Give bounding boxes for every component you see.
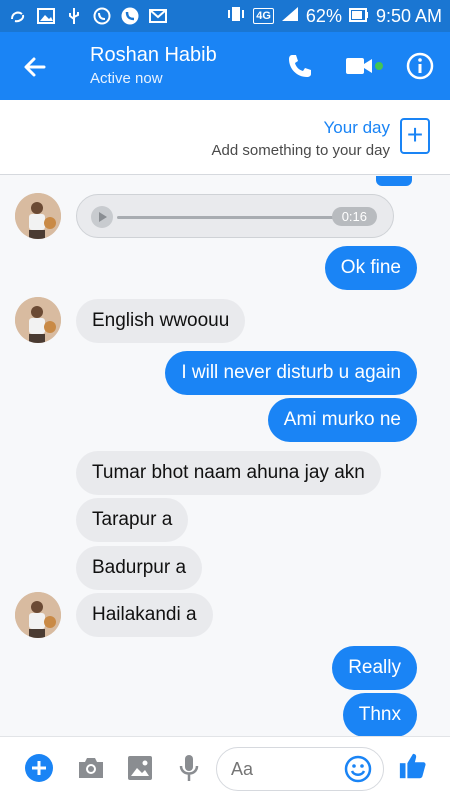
- audio-duration: 0:16: [331, 207, 377, 226]
- add-story-icon[interactable]: +: [400, 118, 430, 154]
- avatar[interactable]: [15, 193, 61, 239]
- contact-name[interactable]: Roshan Habib: [90, 44, 217, 67]
- your-day-banner[interactable]: Your day Add something to your day +: [0, 100, 450, 175]
- message-bubble-outgoing[interactable]: Really: [332, 646, 417, 690]
- contact-status: Active now: [90, 70, 163, 87]
- message-bubble-incoming[interactable]: English wwoouu: [76, 299, 246, 343]
- message-bubble-outgoing[interactable]: I will never disturb u again: [165, 351, 417, 395]
- play-icon[interactable]: [91, 206, 113, 228]
- vibrate-icon: [226, 6, 246, 27]
- uc-browser-icon: [8, 6, 28, 26]
- message-composer: [0, 736, 450, 800]
- message-bubble-incoming[interactable]: Tumar bhot naam ahuna jay akn: [76, 451, 381, 495]
- usb-icon: [64, 6, 84, 26]
- phone-call-icon: [120, 6, 140, 26]
- previous-message-edge: [376, 176, 412, 186]
- message-bubble-incoming[interactable]: Tarapur a: [76, 498, 189, 542]
- audio-progress-track[interactable]: [117, 216, 365, 219]
- image-icon[interactable]: [125, 753, 155, 783]
- emoji-icon[interactable]: [344, 755, 372, 783]
- thumbs-up-icon[interactable]: [398, 751, 428, 781]
- avatar[interactable]: [15, 592, 61, 638]
- gallery-icon: [36, 6, 56, 26]
- gmail-icon: [148, 6, 168, 26]
- battery-percent: 62%: [305, 5, 342, 26]
- back-arrow-icon[interactable]: [20, 52, 50, 82]
- message-bubble-outgoing[interactable]: Ok fine: [324, 246, 417, 290]
- signal-icon: [281, 6, 299, 27]
- camera-icon[interactable]: [76, 753, 106, 783]
- your-day-subtitle: Add something to your day: [211, 142, 390, 159]
- message-bubble-outgoing[interactable]: Thnx: [342, 693, 417, 737]
- info-icon[interactable]: [404, 50, 436, 82]
- microphone-icon[interactable]: [174, 753, 204, 783]
- phone-icon[interactable]: [284, 50, 316, 82]
- message-bubble-incoming[interactable]: Badurpur a: [76, 546, 203, 590]
- message-bubble-outgoing[interactable]: Ami murko ne: [267, 398, 417, 442]
- message-bubble-incoming[interactable]: Hailakandi a: [76, 593, 213, 637]
- your-day-title: Your day: [323, 118, 390, 137]
- whatsapp-icon: [92, 6, 112, 26]
- avatar[interactable]: [15, 297, 61, 343]
- clock: 9:50 AM: [375, 5, 442, 26]
- network-type: 4G: [253, 8, 274, 24]
- conversation-header: Roshan Habib Active now: [0, 32, 450, 100]
- plus-icon[interactable]: [24, 753, 54, 783]
- status-bar: 4G 62% 9:50 AM: [0, 0, 450, 32]
- video-call-icon[interactable]: [344, 50, 388, 82]
- audio-message[interactable]: 0:16: [76, 194, 394, 238]
- battery-icon: [348, 6, 369, 27]
